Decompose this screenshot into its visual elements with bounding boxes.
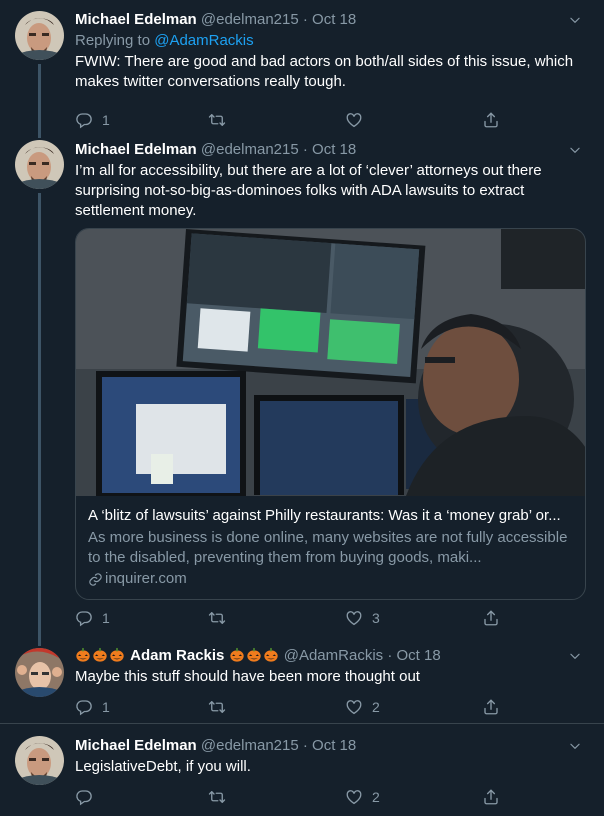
card-title[interactable]: A ‘blitz of lawsuits’ against Philly res… [88,506,573,526]
reply-icon [75,111,93,129]
thread-line [38,130,41,138]
tweet-header: Michael Edelman @edelman215 · Oct 18 [75,736,590,756]
card-domain-text: inquirer.com [105,570,187,587]
thread-line [38,193,41,646]
tweet[interactable]: Adam Rackis @AdamRackis · Oct 18 Maybe t… [0,634,604,724]
tweet[interactable]: Michael Edelman @edelman215 · Oct 18 I’m… [0,130,604,646]
tweet-text: LegislativeDebt, if you will. [75,758,251,775]
display-name[interactable]: Michael Edelman [75,11,197,28]
display-name[interactable]: Michael Edelman [75,141,197,158]
separator: · [387,647,393,664]
share-button[interactable] [482,608,500,628]
tweet-header: Adam Rackis @AdamRackis · Oct 18 [75,646,590,666]
user-handle[interactable]: @edelman215 [201,11,299,28]
retweet-icon [208,698,226,716]
user-handle[interactable]: @edelman215 [201,737,299,754]
reply-button[interactable]: 1 [75,608,110,628]
tweet-actions: 1 2 [75,697,590,717]
separator: · [302,11,308,28]
like-button[interactable]: 2 [345,787,380,807]
card-description: As more business is done online, many we… [88,529,568,566]
share-button[interactable] [482,787,500,807]
like-icon [345,609,363,627]
like-icon [345,788,363,806]
avatar[interactable] [15,140,64,189]
replying-to: Replying to @AdamRackis [75,31,590,51]
tweet-date[interactable]: Oct 18 [312,11,356,28]
card-image[interactable] [76,229,585,496]
tweet-text: FWIW: There are good and bad actors on b… [75,53,574,90]
share-button[interactable] [482,697,500,717]
like-icon [345,111,363,129]
caret-down-icon[interactable] [568,739,582,753]
reply-icon [75,609,93,627]
retweet-icon [208,788,226,806]
link-card[interactable]: A ‘blitz of lawsuits’ against Philly res… [75,228,586,600]
tweet[interactable]: Michael Edelman @edelman215 · Oct 18 Leg… [0,724,604,816]
tweet-text: Maybe this stuff should have been more t… [75,668,420,685]
reply-icon [75,788,93,806]
like-count: 3 [372,610,380,626]
share-icon [482,788,500,806]
tweet-date[interactable]: Oct 18 [312,141,356,158]
card-body[interactable]: A ‘blitz of lawsuits’ against Philly res… [76,496,585,599]
retweet-button[interactable] [208,608,235,628]
tweet-date[interactable]: Oct 18 [312,737,356,754]
like-button[interactable]: 2 [345,697,380,717]
retweet-button[interactable] [208,787,235,807]
tweet-thread: Michael Edelman @edelman215 · Oct 18 Rep… [0,0,604,816]
avatar[interactable] [15,736,64,785]
user-handle[interactable]: @AdamRackis [284,647,383,664]
tweet-actions: 1 3 [75,608,590,628]
avatar[interactable] [15,11,64,60]
like-button[interactable]: 3 [345,608,380,628]
thread-line [38,64,41,134]
reply-count: 1 [102,699,110,715]
display-name[interactable]: Adam Rackis [130,647,224,664]
user-handle[interactable]: @edelman215 [201,141,299,158]
card-photo [76,229,585,496]
separator: · [302,737,308,754]
tweet-text: I’m all for accessibility, but there are… [75,162,542,219]
replying-to-label: Replying to [75,32,151,49]
share-icon [482,111,500,129]
display-name[interactable]: Michael Edelman [75,737,197,754]
avatar[interactable] [15,648,64,697]
share-icon [482,698,500,716]
tweet-header: Michael Edelman @edelman215 · Oct 18 [75,10,590,30]
like-count: 2 [372,789,380,805]
like-count: 2 [372,699,380,715]
reply-icon [75,698,93,716]
tweet-actions: 2 [75,787,590,807]
retweet-button[interactable] [208,697,235,717]
mention-link[interactable]: @AdamRackis [154,32,253,49]
link-icon [88,572,103,587]
caret-down-icon[interactable] [568,649,582,663]
like-button[interactable] [345,110,372,130]
tweet-actions: 1 [75,110,590,130]
separator: · [302,141,308,158]
tweet-header: Michael Edelman @edelman215 · Oct 18 [75,140,590,160]
caret-down-icon[interactable] [568,13,582,27]
retweet-button[interactable] [208,110,235,130]
tweet-date[interactable]: Oct 18 [397,647,441,664]
share-button[interactable] [482,110,500,130]
share-icon [482,609,500,627]
retweet-icon [208,609,226,627]
like-icon [345,698,363,716]
pumpkin-emoji [229,647,280,664]
tweet[interactable]: Michael Edelman @edelman215 · Oct 18 Rep… [0,0,604,134]
reply-button[interactable] [75,787,102,807]
reply-button[interactable]: 1 [75,110,110,130]
reply-count: 1 [102,112,110,128]
reply-button[interactable]: 1 [75,697,110,717]
reply-count: 1 [102,610,110,626]
card-domain[interactable]: inquirer.com [88,569,573,589]
pumpkin-emoji [75,647,126,664]
retweet-icon [208,111,226,129]
caret-down-icon[interactable] [568,143,582,157]
